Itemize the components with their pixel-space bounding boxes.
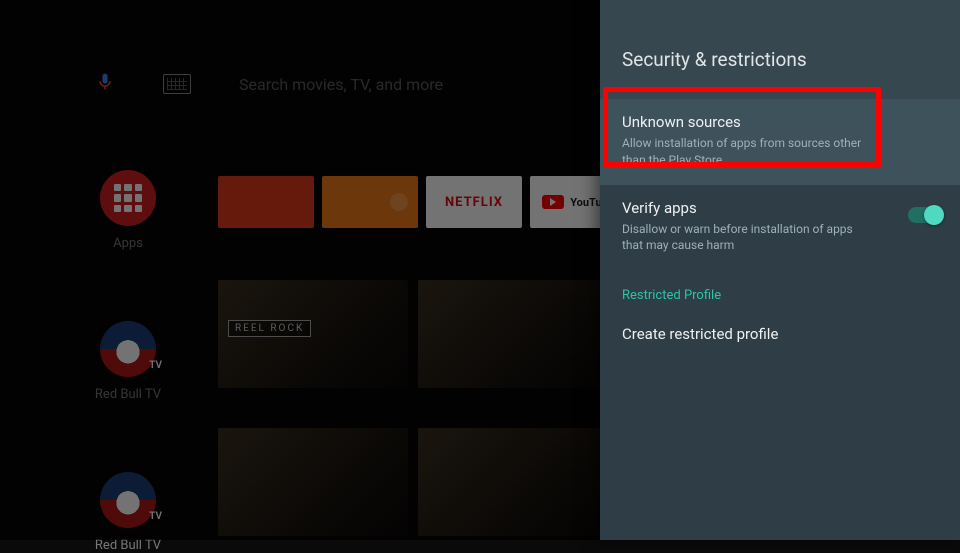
section-restricted-profile: Restricted Profile bbox=[600, 270, 960, 311]
setting-verify-apps[interactable]: Verify apps Disallow or warn before inst… bbox=[600, 185, 960, 271]
setting-title: Create restricted profile bbox=[622, 325, 938, 343]
redbull-label-2: Red Bull TV bbox=[95, 538, 161, 553]
panel-title: Security & restrictions bbox=[600, 0, 960, 99]
setting-title: Verify apps bbox=[622, 199, 938, 217]
setting-desc: Disallow or warn before installation of … bbox=[622, 221, 862, 255]
setting-desc: Allow installation of apps from sources … bbox=[622, 135, 862, 169]
settings-panel: Security & restrictions Unknown sources … bbox=[600, 0, 960, 540]
setting-create-restricted-profile[interactable]: Create restricted profile bbox=[600, 311, 960, 363]
setting-title: Unknown sources bbox=[622, 113, 938, 131]
panel-body: Unknown sources Allow installation of ap… bbox=[600, 99, 960, 540]
verify-apps-toggle[interactable] bbox=[908, 207, 942, 223]
setting-unknown-sources[interactable]: Unknown sources Allow installation of ap… bbox=[600, 99, 960, 185]
